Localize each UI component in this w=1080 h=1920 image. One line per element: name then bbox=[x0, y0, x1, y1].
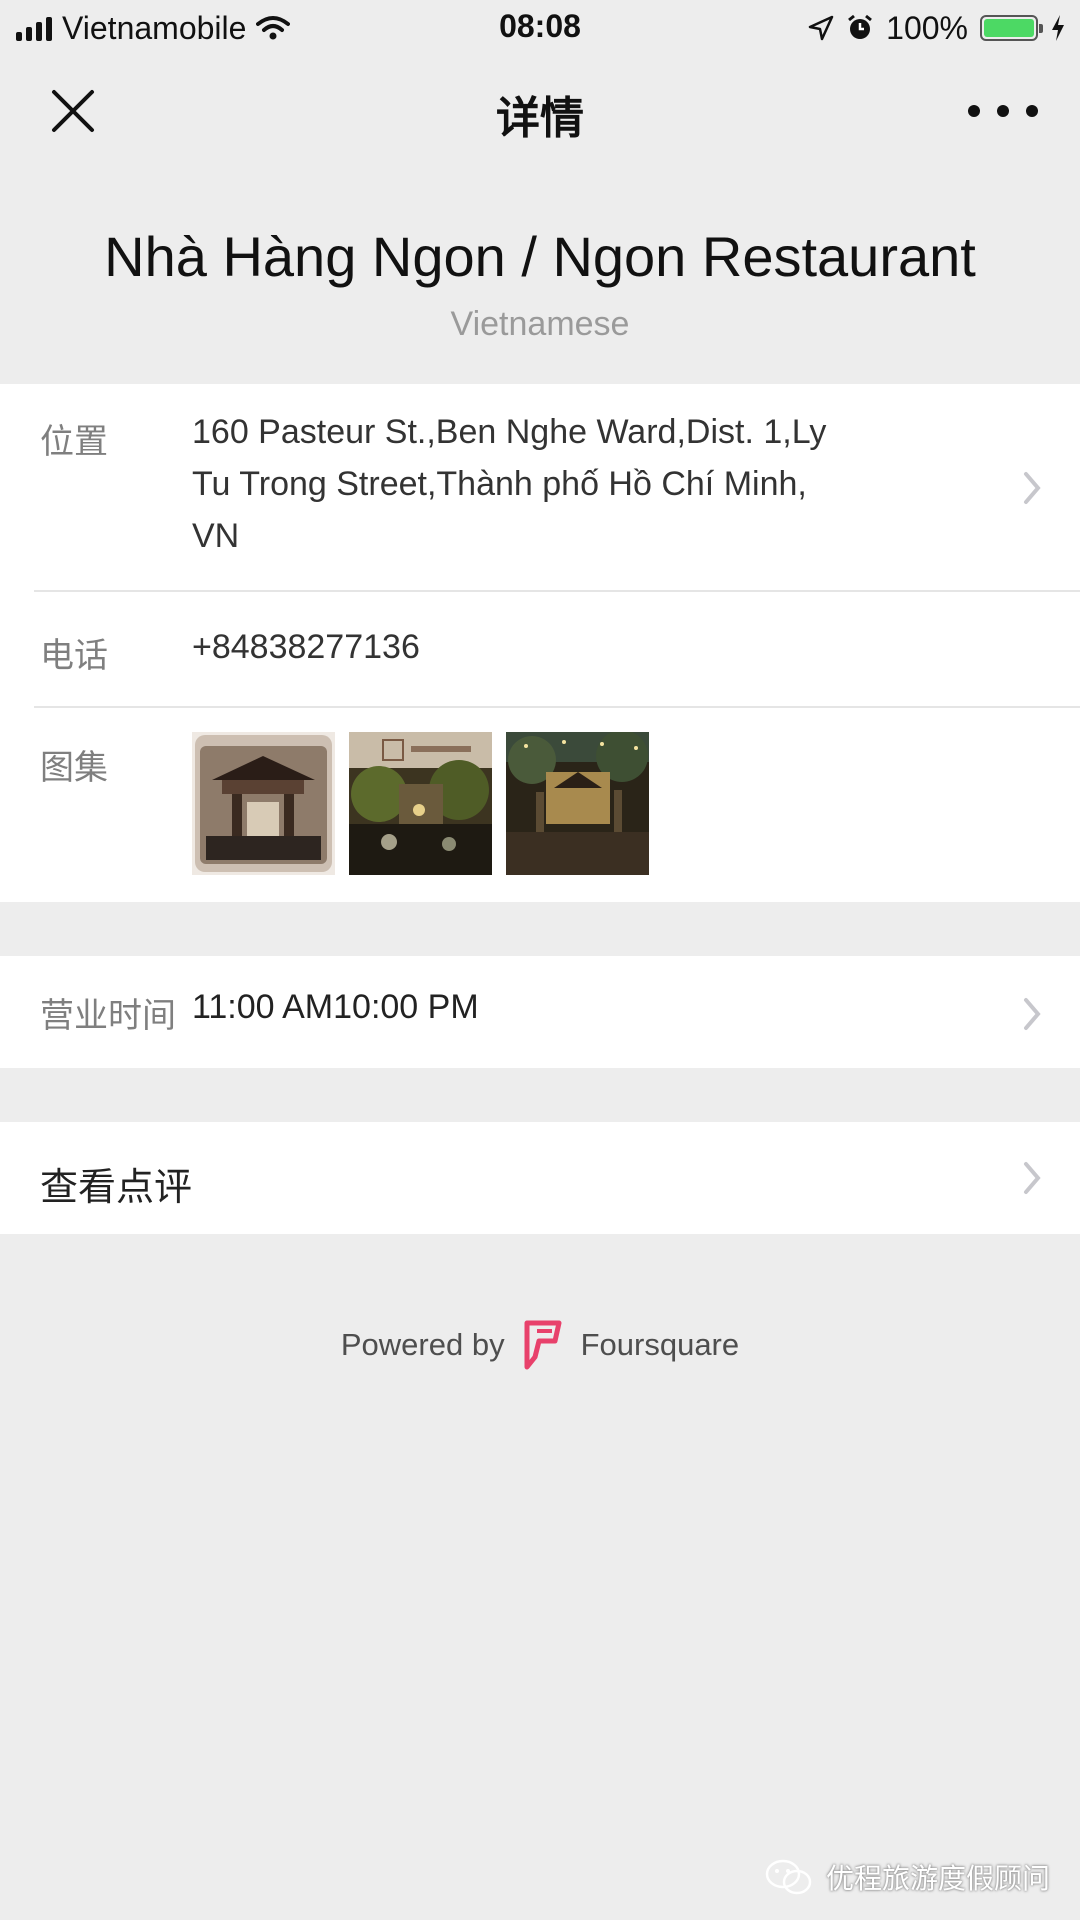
place-name: Nhà Hàng Ngon / Ngon Restaurant bbox=[104, 225, 976, 288]
phone-label: 电话 bbox=[40, 637, 108, 675]
more-dot bbox=[1026, 105, 1038, 117]
hours-value: 11:00 AM10:00 PM bbox=[192, 988, 479, 1026]
wechat-logo-icon bbox=[765, 1859, 812, 1895]
hours-label: 营业时间 bbox=[40, 997, 176, 1035]
watermark-text: 优程旅游度假顾问 bbox=[825, 1863, 1050, 1894]
view-reviews-row[interactable]: 查看点评 bbox=[0, 1122, 1080, 1234]
gallery-photo[interactable] bbox=[349, 732, 492, 875]
powered-by-text: Powered by bbox=[340, 1327, 505, 1362]
location-arrow-icon bbox=[808, 15, 834, 41]
chevron-right-icon bbox=[1024, 472, 1041, 504]
hours-row[interactable]: 营业时间 11:00 AM10:00 PM bbox=[0, 956, 1080, 1068]
divider bbox=[34, 706, 1080, 708]
status-bar-right: 100% bbox=[808, 8, 1066, 48]
place-header: Nhà Hàng Ngon / Ngon Restaurant Vietname… bbox=[0, 166, 1080, 384]
battery-nub bbox=[1039, 24, 1043, 33]
location-label: 位置 bbox=[40, 423, 108, 461]
more-dots-icon[interactable] bbox=[968, 86, 1038, 136]
status-bar: Vietnamobile 08:08 100% bbox=[0, 0, 1080, 56]
watermark: 优程旅游度假顾问 bbox=[764, 1852, 1050, 1902]
gallery-photo[interactable] bbox=[192, 732, 335, 875]
address-line: VN bbox=[192, 517, 240, 555]
foursquare-brand: Foursquare bbox=[580, 1327, 740, 1362]
photo-gallery bbox=[192, 732, 649, 875]
location-row[interactable]: 位置 160 Pasteur St.,Ben Nghe Ward,Dist. 1… bbox=[0, 384, 1080, 590]
more-dot bbox=[968, 105, 980, 117]
details-card: 位置 160 Pasteur St.,Ben Nghe Ward,Dist. 1… bbox=[0, 384, 1080, 902]
place-category: Vietnamese bbox=[450, 305, 630, 343]
foursquare-logo-icon bbox=[524, 1320, 562, 1370]
address: 160 Pasteur St.,Ben Nghe Ward,Dist. 1,Ly… bbox=[192, 406, 826, 562]
more-dot bbox=[997, 105, 1009, 117]
page-title: 详情 bbox=[496, 94, 584, 143]
chevron-right-icon bbox=[1024, 998, 1041, 1030]
gallery-label: 图集 bbox=[40, 749, 108, 787]
battery-fill bbox=[984, 19, 1034, 37]
charging-bolt-icon bbox=[1052, 15, 1064, 41]
nav-bar: 详情 bbox=[0, 56, 1080, 166]
phone-number[interactable]: +84838277136 bbox=[192, 628, 420, 667]
view-reviews-label: 查看点评 bbox=[40, 1167, 193, 1209]
alarm-icon bbox=[848, 14, 873, 39]
gallery-photo[interactable] bbox=[506, 732, 649, 875]
address-line: 160 Pasteur St.,Ben Nghe Ward,Dist. 1,Ly bbox=[192, 413, 827, 451]
battery-percent: 100% bbox=[886, 9, 968, 46]
battery-icon bbox=[980, 15, 1043, 41]
chevron-right-icon bbox=[1024, 1162, 1041, 1194]
phone-row[interactable]: 电话 +84838277136 bbox=[0, 592, 1080, 704]
powered-by-footer: Powered by Foursquare bbox=[0, 1310, 1080, 1380]
address-line: Tu Trong Street,Thành phố Hồ Chí Minh, bbox=[192, 465, 807, 503]
